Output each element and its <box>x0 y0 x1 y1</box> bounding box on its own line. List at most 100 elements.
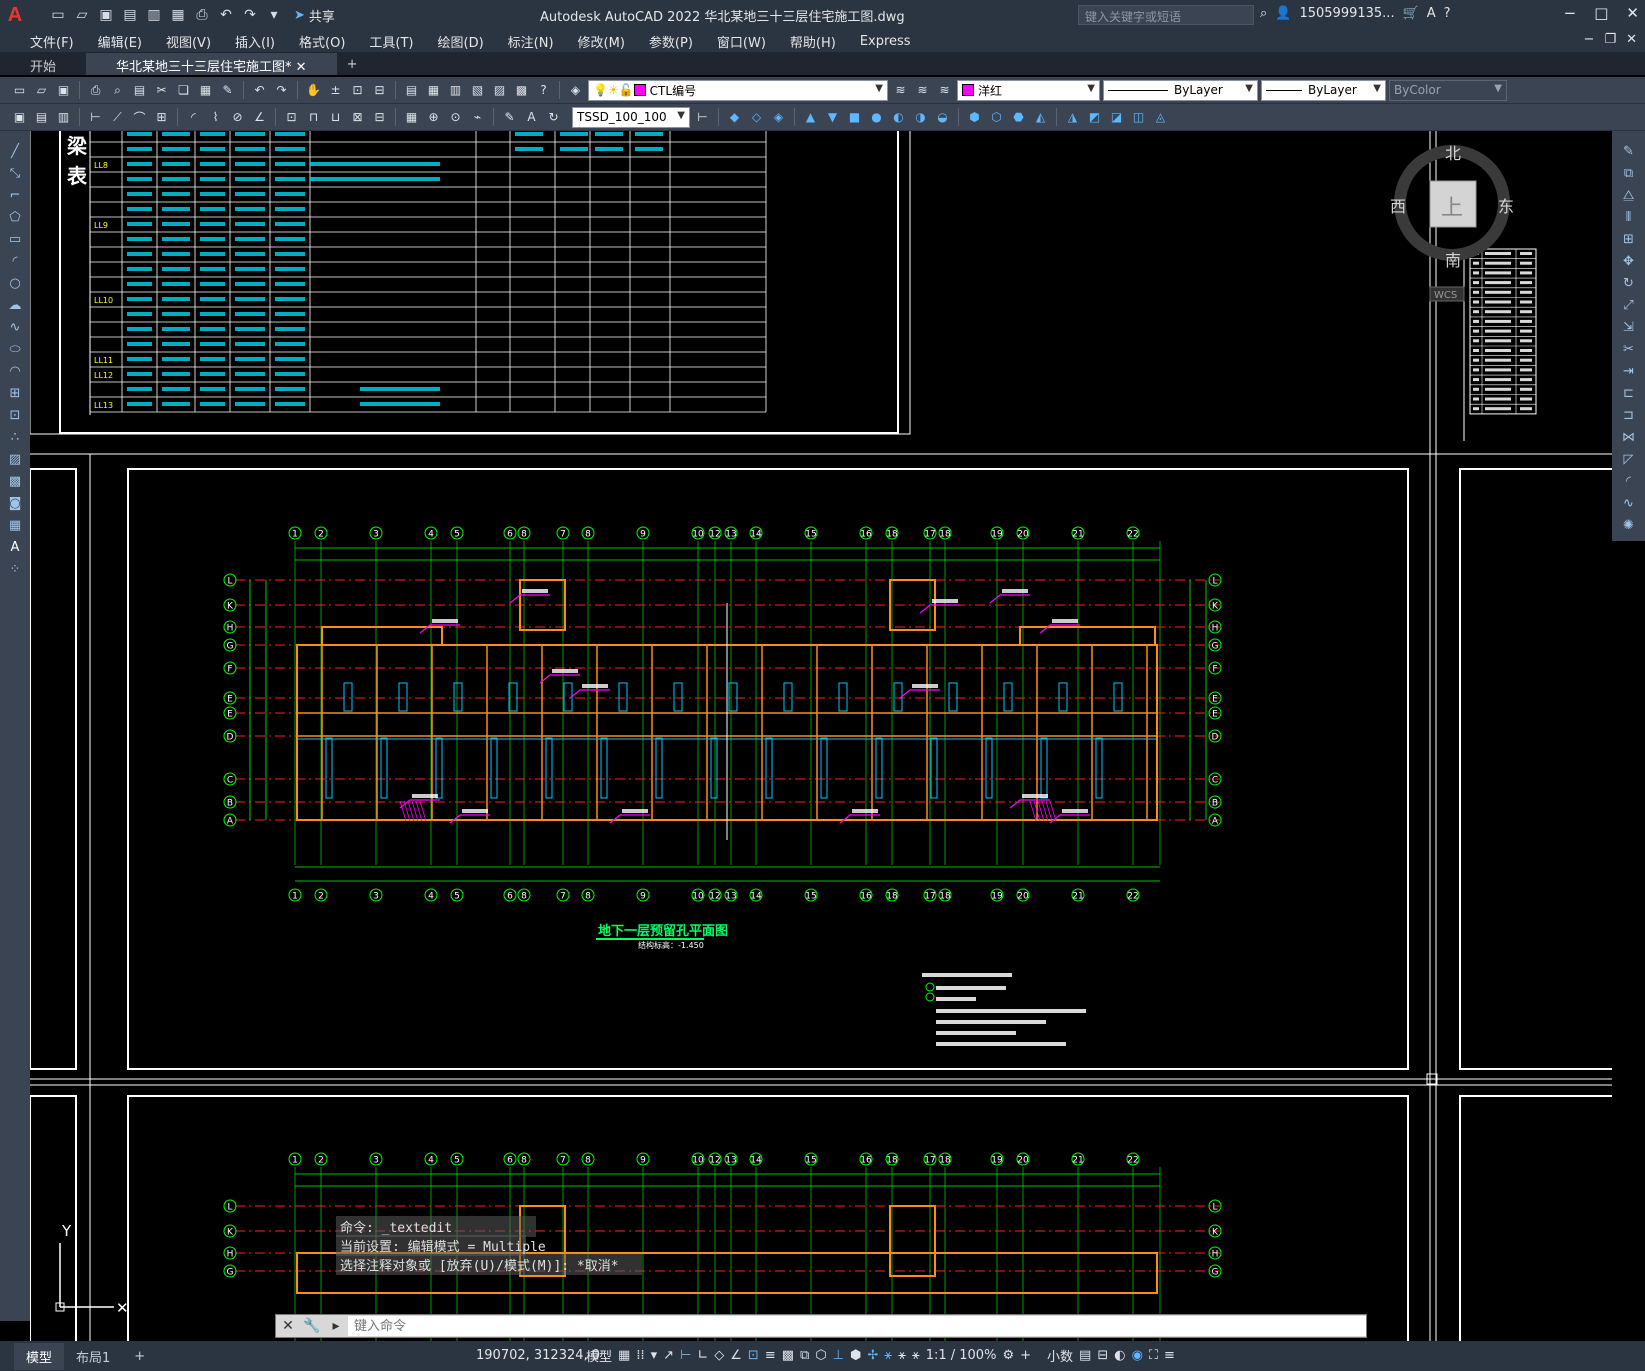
undo-icon[interactable]: ↶ <box>216 5 236 25</box>
add-layout-button[interactable]: + <box>122 1345 157 1368</box>
explode-icon[interactable]: ✺ <box>1619 515 1639 535</box>
tssd-icon-2[interactable]: ▤ <box>32 108 51 127</box>
model-space-button[interactable]: 模型 <box>586 1346 612 1365</box>
dim-aligned-icon[interactable]: ⟋ <box>108 108 127 127</box>
menu-window[interactable]: 窗口(W) <box>705 32 778 51</box>
zoom-previous-icon[interactable]: ⊟ <box>370 81 389 100</box>
lineweight-dropdown[interactable]: ByLayer ▼ <box>1261 79 1386 101</box>
mirror-icon[interactable]: ⧋ <box>1619 185 1639 205</box>
make-block-icon[interactable]: ⊡ <box>5 405 25 425</box>
modeling-icon-2[interactable]: ◇ <box>747 108 766 127</box>
spline-icon[interactable]: ∿ <box>5 317 25 337</box>
transparency-icon[interactable]: ▩ <box>782 1348 794 1363</box>
save-icon[interactable]: ▣ <box>96 5 116 25</box>
make-current-icon[interactable]: ≋ <box>891 81 910 100</box>
customize-icon[interactable]: 🔧 <box>300 1318 324 1334</box>
workspace-icon[interactable]: ⚙ <box>1002 1348 1014 1363</box>
compass-east[interactable]: 东 <box>1498 197 1514 216</box>
menu-tools[interactable]: 工具(T) <box>357 32 425 51</box>
minimize-button[interactable]: − <box>1564 4 1577 22</box>
compass-north[interactable]: 北 <box>1445 144 1461 163</box>
undo-icon[interactable]: ↶ <box>250 81 269 100</box>
quick-dim-icon[interactable]: ⊡ <box>282 108 301 127</box>
snap-icon[interactable]: ⁞⁞ <box>636 1348 644 1363</box>
close-button[interactable]: ✕ <box>1626 4 1639 22</box>
layer-dropdown[interactable]: 💡 ☀ 🔓 CTL编号 ▼ <box>588 79 888 101</box>
dimstyle-icon[interactable]: ⊢ <box>693 108 712 127</box>
ortho-icon[interactable]: ⊢ <box>680 1348 691 1363</box>
dim-angular-icon[interactable]: ∠ <box>250 108 269 127</box>
tab-start[interactable]: 开始 <box>0 53 86 75</box>
modeling-icon-7[interactable]: ● <box>867 108 886 127</box>
scale-icon[interactable]: ⤢ <box>1619 295 1639 315</box>
modeling-icon-17[interactable]: ◪ <box>1107 108 1126 127</box>
blend-icon[interactable]: ∿ <box>1619 493 1639 513</box>
user-name[interactable]: 1505999135... <box>1299 6 1394 21</box>
arc-icon[interactable]: ◜ <box>5 251 25 271</box>
doc-close-button[interactable]: ✕ <box>1626 32 1637 47</box>
erase-icon[interactable]: ✎ <box>1619 141 1639 161</box>
dim-space-icon[interactable]: ⊠ <box>348 108 367 127</box>
lock-ui-icon[interactable]: ⊟ <box>1097 1348 1108 1363</box>
new-icon[interactable]: ▭ <box>48 5 68 25</box>
user-icon[interactable]: 👤 <box>1275 6 1291 21</box>
modeling-icon-4[interactable]: ▲ <box>801 108 820 127</box>
menu-express[interactable]: Express <box>848 34 923 49</box>
inspect-icon[interactable]: ⊙ <box>446 108 465 127</box>
stretch-icon[interactable]: ⇲ <box>1619 317 1639 337</box>
match-prop-icon[interactable]: ✎ <box>218 81 237 100</box>
menu-modify[interactable]: 修改(M) <box>566 32 637 51</box>
modeling-icon-13[interactable]: ⬣ <box>1009 108 1028 127</box>
new-tab-button[interactable]: + <box>337 54 368 75</box>
center-mark-icon[interactable]: ⊕ <box>424 108 443 127</box>
tssd-icon-3[interactable]: ▥ <box>54 108 73 127</box>
polyline-icon[interactable]: ⌐ <box>5 185 25 205</box>
insert-block-icon[interactable]: ⊞ <box>5 383 25 403</box>
design-center-icon[interactable]: ▦ <box>424 81 443 100</box>
selection-cycling-icon[interactable]: ⧉ <box>800 1348 809 1363</box>
redo-icon[interactable]: ↷ <box>240 5 260 25</box>
dimstyle-dropdown[interactable]: TSSD_100_100 ▼ <box>572 106 690 128</box>
annotation-scale-icon[interactable]: ⚹ <box>912 1348 920 1363</box>
help-icon[interactable]: ? <box>534 81 553 100</box>
search-input[interactable]: 键入关键字或短语 <box>1078 5 1254 25</box>
modeling-icon-16[interactable]: ◩ <box>1085 108 1104 127</box>
layer-previous-icon[interactable]: ≋ <box>913 81 932 100</box>
coordinates-readout[interactable]: 190702, 312324, 0 <box>476 1348 600 1363</box>
modeling-icon-8[interactable]: ◐ <box>889 108 908 127</box>
grid-icon[interactable]: ▦ <box>618 1348 630 1363</box>
customization-icon[interactable]: ≡ <box>1164 1348 1175 1363</box>
plot-icon[interactable]: ⎙ <box>86 81 105 100</box>
redo-icon[interactable]: ↷ <box>272 81 291 100</box>
doc-restore-button[interactable]: ❐ <box>1604 32 1616 47</box>
table-icon[interactable]: ▦ <box>5 515 25 535</box>
dynamic-ucs-icon[interactable]: ⊥ <box>833 1348 844 1363</box>
search-icon[interactable]: ⌕ <box>1260 6 1267 21</box>
quick-properties-icon[interactable]: ▤ <box>1079 1348 1091 1363</box>
copy-object-icon[interactable]: ⧉ <box>1619 163 1639 183</box>
scale-readout[interactable]: 1:1 / 100% <box>926 1348 997 1363</box>
join-icon[interactable]: ⋈ <box>1619 427 1639 447</box>
array-icon[interactable]: ⊞ <box>1619 229 1639 249</box>
modeling-icon-14[interactable]: ◭ <box>1031 108 1050 127</box>
dim-ordinate-icon[interactable]: ⊞ <box>152 108 171 127</box>
command-input[interactable] <box>348 1316 1366 1336</box>
dim-update-icon[interactable]: ↻ <box>544 108 563 127</box>
command-prompt-icon[interactable]: ▸ <box>324 1318 348 1334</box>
move-icon[interactable]: ✥ <box>1619 251 1639 271</box>
compass-south[interactable]: 南 <box>1445 251 1461 270</box>
ellipse-arc-icon[interactable]: ◠ <box>5 361 25 381</box>
cad-drawing[interactable]: LL8LL9LL10LL11LL12LL13 梁 表 1 2 3 4 5 6 8 7 8 9 10 1… <box>30 131 1612 1341</box>
help-icon[interactable]: ? <box>1444 6 1451 21</box>
save-icon[interactable]: ▣ <box>54 81 73 100</box>
modeling-icon-18[interactable]: ◫ <box>1129 108 1148 127</box>
tab-model[interactable]: 模型 <box>14 1342 65 1370</box>
save-web-icon[interactable]: ▦ <box>168 5 188 25</box>
trim-icon[interactable]: ✂ <box>1619 339 1639 359</box>
extend-icon[interactable]: ⇥ <box>1619 361 1639 381</box>
annotation-monitor-icon[interactable]: + <box>1020 1348 1031 1363</box>
compass-west[interactable]: 西 <box>1390 197 1406 216</box>
menu-draw[interactable]: 绘图(D) <box>426 32 496 51</box>
dim-arc-icon[interactable]: ⌒ <box>130 108 149 127</box>
publish-icon[interactable]: ▤ <box>130 81 149 100</box>
